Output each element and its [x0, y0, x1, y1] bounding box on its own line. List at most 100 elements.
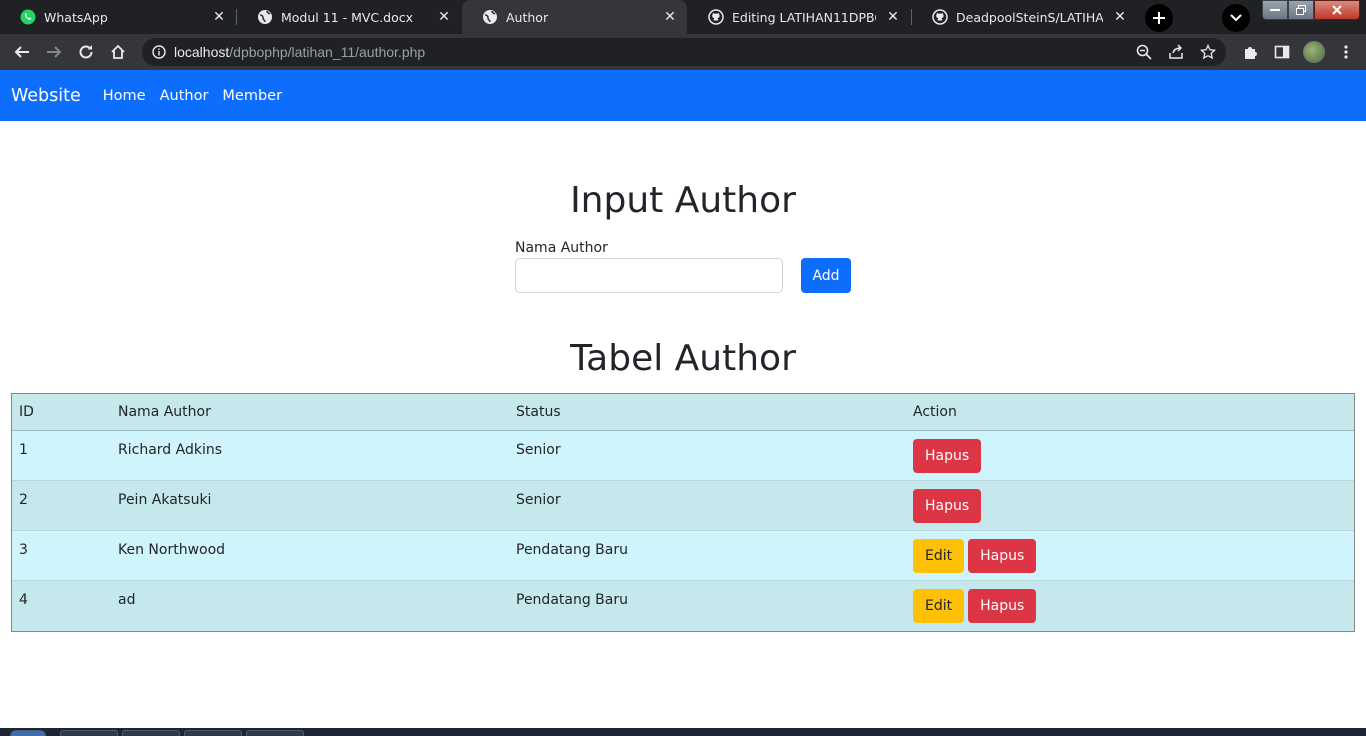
cell-id: 3 [19, 542, 28, 558]
chevron-down-icon [1230, 14, 1242, 22]
restore-icon [1296, 5, 1306, 15]
page-content: Website Home Author Member Input Author … [0, 70, 1366, 728]
hapus-button[interactable]: Hapus [968, 589, 1037, 623]
browser-tabstrip: WhatsApp ✕ Modul 11 - MVC.docx ✕ Author … [0, 0, 1366, 34]
close-icon[interactable]: ✕ [1111, 8, 1129, 26]
taskbar-app[interactable] [60, 730, 118, 736]
avatar [1303, 41, 1325, 63]
tab-title: Modul 11 - MVC.docx [281, 9, 413, 25]
cell-nama: ad [118, 592, 136, 608]
info-icon[interactable] [144, 38, 174, 66]
table-row: 1 Richard Adkins Senior Hapus [12, 431, 1354, 481]
cell-action: Hapus [905, 481, 1354, 530]
column-header-nama: Nama Author [118, 404, 211, 420]
input-author-heading: Input Author [570, 180, 796, 221]
start-button[interactable] [10, 730, 46, 736]
url-path: /dpbophp/latihan_11/author.php [229, 44, 426, 60]
nav-link-home[interactable]: Home [103, 88, 146, 104]
close-icon[interactable]: ✕ [884, 8, 902, 26]
cell-action: Edit Hapus [905, 581, 1354, 631]
column-header-status: Status [516, 404, 561, 420]
cell-id: 2 [19, 492, 28, 508]
cell-status: Senior [516, 492, 561, 508]
profile-avatar[interactable] [1298, 38, 1330, 66]
tab-deadpool[interactable]: DeadpoolSteinS/LATIHAN11DP ✕ [912, 0, 1137, 34]
arrow-left-icon [14, 46, 29, 58]
window-minimize-button[interactable] [1262, 0, 1288, 20]
taskbar-app[interactable] [184, 730, 242, 736]
url-host: localhost [174, 44, 230, 60]
table-header-row: ID Nama Author Status Action [12, 394, 1354, 431]
github-icon [708, 9, 724, 25]
cell-action: Hapus [905, 431, 1354, 480]
browser-toolbar: localhost/dpbophp/latihan_11/author.php [0, 34, 1366, 70]
cell-status: Pendatang Baru [516, 542, 628, 558]
globe-icon [482, 9, 498, 25]
tab-modul[interactable]: Modul 11 - MVC.docx ✕ [237, 0, 461, 34]
forward-button[interactable] [40, 38, 68, 66]
tab-title: Editing LATIHAN11DPBO2022 [732, 9, 876, 25]
minimize-icon [1270, 9, 1280, 11]
tab-author[interactable]: Author ✕ [462, 0, 687, 34]
close-icon [1332, 5, 1342, 15]
taskbar-app[interactable] [246, 730, 304, 736]
tabel-author-heading: Tabel Author [570, 338, 796, 379]
reload-icon [79, 45, 93, 59]
bookmark-star-icon[interactable] [1196, 38, 1220, 66]
reload-button[interactable] [72, 38, 100, 66]
edit-button[interactable]: Edit [913, 538, 965, 573]
menu-kebab-icon[interactable] [1330, 38, 1362, 66]
cell-status: Pendatang Baru [516, 592, 628, 608]
tab-title: DeadpoolSteinS/LATIHAN11DP [956, 9, 1103, 25]
navbar-brand[interactable]: Website [11, 86, 81, 106]
close-icon[interactable]: ✕ [435, 8, 453, 26]
tab-title: Author [506, 9, 549, 25]
github-icon [932, 9, 948, 25]
home-icon [111, 44, 125, 59]
whatsapp-icon [20, 9, 36, 25]
close-icon[interactable]: ✕ [661, 8, 679, 26]
close-icon[interactable]: ✕ [210, 8, 228, 26]
toolbar-actions [1234, 38, 1362, 66]
column-header-id: ID [19, 404, 34, 420]
table-row: 4 ad Pendatang Baru Edit Hapus [12, 581, 1354, 631]
nav-link-author[interactable]: Author [160, 88, 209, 104]
address-bar-actions [1132, 38, 1220, 66]
plus-icon [1153, 12, 1165, 24]
nama-author-label: Nama Author [515, 240, 608, 256]
cell-action: Edit Hapus [905, 531, 1354, 580]
home-button[interactable] [104, 38, 132, 66]
cell-nama: Ken Northwood [118, 542, 226, 558]
hapus-button[interactable]: Hapus [968, 538, 1037, 573]
nama-author-input[interactable] [515, 258, 783, 293]
cell-id: 4 [19, 592, 28, 608]
side-panel-icon[interactable] [1266, 38, 1298, 66]
tab-whatsapp[interactable]: WhatsApp ✕ [0, 0, 236, 34]
author-table: ID Nama Author Status Action 1 Richard A… [11, 393, 1355, 632]
new-tab-button[interactable] [1145, 4, 1173, 32]
column-header-action: Action [913, 404, 957, 420]
url-text: localhost/dpbophp/latihan_11/author.php [174, 44, 425, 60]
hapus-button[interactable]: Hapus [913, 488, 982, 523]
cell-id: 1 [19, 442, 28, 458]
cell-status: Senior [516, 442, 561, 458]
hapus-button[interactable]: Hapus [913, 438, 982, 473]
share-icon[interactable] [1164, 38, 1188, 66]
add-button[interactable]: Add [801, 258, 851, 293]
nav-link-member[interactable]: Member [222, 88, 282, 104]
address-bar[interactable]: localhost/dpbophp/latihan_11/author.php [142, 38, 1226, 66]
zoom-icon[interactable] [1132, 38, 1156, 66]
window-restore-button[interactable] [1288, 0, 1314, 20]
globe-icon [257, 9, 273, 25]
tab-search-button[interactable] [1222, 4, 1250, 32]
back-button[interactable] [8, 38, 36, 66]
tab-title: WhatsApp [44, 9, 108, 25]
site-navbar: Website Home Author Member [0, 70, 1366, 121]
tab-editing[interactable]: Editing LATIHAN11DPBO2022 ✕ [688, 0, 910, 34]
table-row: 2 Pein Akatsuki Senior Hapus [12, 481, 1354, 531]
table-row: 3 Ken Northwood Pendatang Baru Edit Hapu… [12, 531, 1354, 581]
taskbar-app[interactable] [122, 730, 180, 736]
window-close-button[interactable] [1314, 0, 1360, 20]
edit-button[interactable]: Edit [913, 589, 965, 623]
extensions-puzzle-icon[interactable] [1234, 38, 1266, 66]
